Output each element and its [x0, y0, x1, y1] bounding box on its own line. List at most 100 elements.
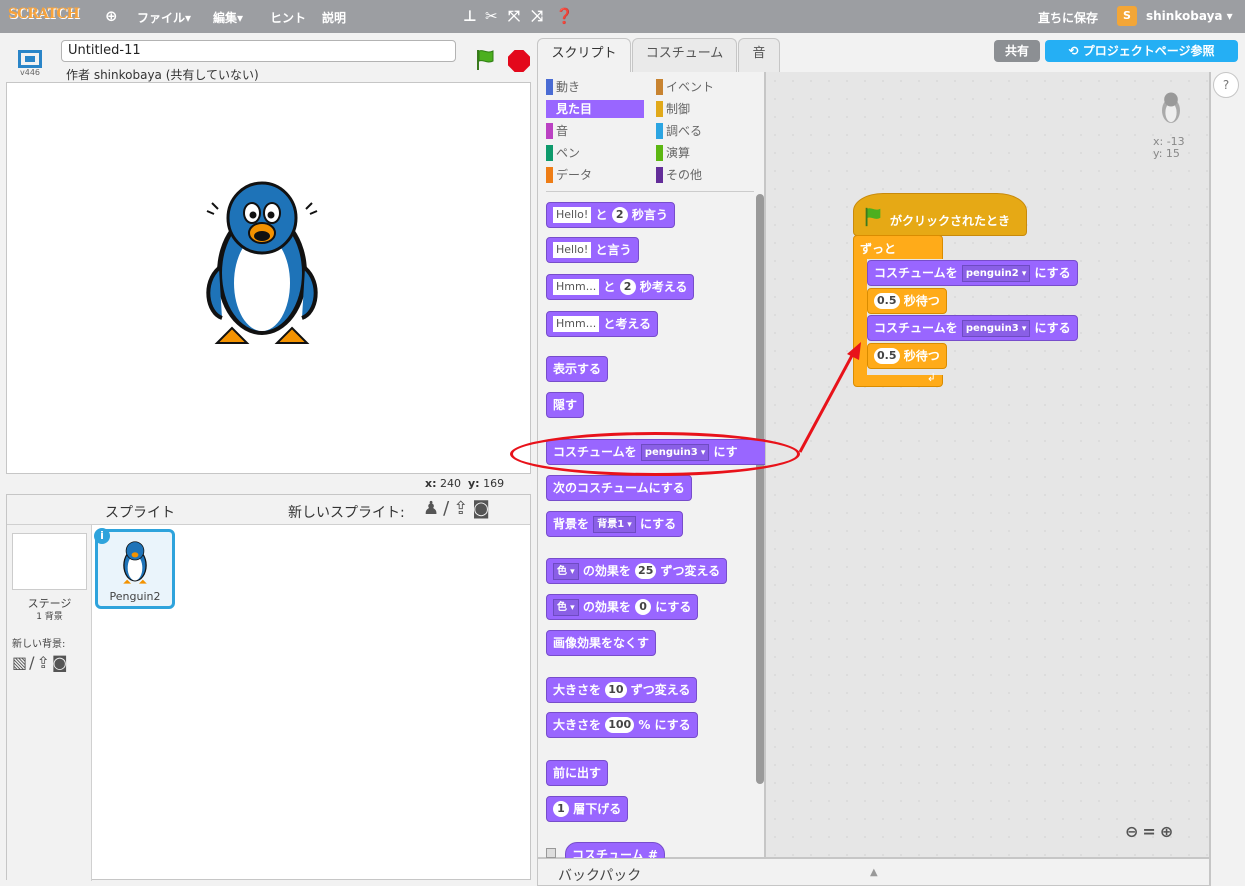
upload-sprite-icon[interactable]: ⇪ [453, 498, 472, 519]
block-think[interactable]: Hmm... と考える [546, 311, 659, 337]
tab-costumes[interactable]: コスチューム [632, 38, 737, 72]
share-button[interactable]: 共有 [994, 40, 1040, 62]
stage-selector[interactable]: ステージ 1 背景 新しい背景: ▧/⇪◙ [7, 525, 92, 881]
script-switch-costume-2[interactable]: コスチュームを penguin3 にする [867, 315, 1078, 341]
block-clear-effects[interactable]: 画像効果をなくす [546, 630, 657, 656]
right-edge-column [1210, 72, 1245, 886]
block-go-back-layers[interactable]: 1 層下げる [546, 796, 629, 822]
sprite-pane: スプライト 新しいスプライト: ♟/⇪◙ ステージ 1 背景 新しい背景: ▧/… [6, 494, 531, 881]
category-control[interactable]: 制御 [656, 100, 690, 118]
help-tool-icon[interactable]: ❓ [555, 7, 574, 25]
menu-tips[interactable]: ヒント [270, 9, 306, 26]
backpack-expand-icon[interactable]: ▲ [870, 867, 878, 878]
category-more-blocks[interactable]: その他 [656, 166, 702, 184]
user-menu[interactable]: shinkobaya ▾ [1146, 9, 1233, 23]
annotation-arrow [798, 342, 861, 453]
language-globe-icon[interactable]: ⊕ [105, 7, 118, 25]
new-sprite-label: 新しいスプライト: [288, 505, 405, 521]
choose-sprite-icon[interactable]: ♟ [423, 498, 443, 519]
backdrop-count: 1 背景 [36, 612, 63, 622]
shrink-tool-icon[interactable]: ⤨ [531, 7, 543, 25]
paint-backdrop-icon[interactable]: / [29, 653, 36, 672]
upload-backdrop-icon[interactable]: ⇪ [37, 653, 52, 672]
zoom-reset-icon[interactable]: = [1142, 822, 1159, 841]
zoom-in-icon[interactable]: ⊕ [1160, 822, 1177, 841]
category-events[interactable]: イベント [656, 78, 714, 96]
tab-sounds[interactable]: 音 [738, 38, 780, 72]
sprite-info-icon[interactable]: i [94, 528, 110, 544]
stage-thumbnail[interactable] [12, 533, 87, 590]
new-sprite-tools: ♟/⇪◙ [423, 498, 494, 519]
sprite-position: x: -13 y: 15 [1153, 135, 1185, 160]
new-backdrop-tools: ▧/⇪◙ [12, 653, 69, 672]
block-switch-backdrop[interactable]: 背景を 背景1 にする [546, 511, 684, 537]
grow-tool-icon[interactable]: ⤧ [508, 7, 520, 25]
author-label: 作者 shinkobaya (共有していない) [66, 68, 259, 82]
backpack-bar[interactable]: バックパック ▲ [537, 858, 1210, 886]
zoom-out-icon[interactable]: ⊖ [1125, 822, 1142, 841]
zoom-controls: ⊖=⊕ [1125, 822, 1177, 841]
sprite-thumbnail [123, 541, 147, 584]
block-show[interactable]: 表示する [546, 356, 609, 382]
script-switch-costume-1[interactable]: コスチュームを penguin2 にする [867, 260, 1078, 286]
version-label: v446 [20, 68, 41, 77]
palette-divider [546, 191, 754, 192]
block-next-costume[interactable]: 次のコスチュームにする [546, 475, 692, 501]
block-think-for-secs[interactable]: Hmm... と 2 秒考える [546, 274, 695, 300]
menu-about[interactable]: 説明 [322, 9, 346, 26]
sprite-tile-penguin2[interactable]: i Penguin2 [94, 528, 175, 609]
menu-edit[interactable]: 編集▾ [213, 9, 243, 26]
block-say-for-secs[interactable]: Hello! と 2 秒言う [546, 202, 675, 228]
category-operators[interactable]: 演算 [656, 144, 690, 162]
when-flag-clicked-block[interactable]: がクリックされたとき [853, 193, 1027, 236]
stage-canvas[interactable] [6, 82, 531, 474]
block-change-size[interactable]: 大きさを 10 ずつ変える [546, 677, 698, 703]
user-avatar-icon[interactable]: S [1117, 6, 1137, 26]
delete-tool-icon[interactable]: ✂ [485, 7, 498, 25]
loop-arrow-icon: ↲ [926, 371, 936, 384]
annotation-ellipse [510, 432, 800, 476]
block-set-effect[interactable]: 色 の効果を 0 にする [546, 594, 699, 620]
sprite-name: Penguin2 [109, 590, 161, 603]
new-backdrop-label: 新しい背景: [12, 639, 66, 650]
block-say[interactable]: Hello! と言う [546, 237, 639, 263]
category-data[interactable]: データ [546, 166, 592, 184]
duplicate-tool-icon[interactable]: ⊥ [463, 7, 477, 25]
tab-scripts[interactable]: スクリプト [537, 38, 631, 74]
current-sprite-icon [1162, 92, 1180, 123]
see-project-page-button[interactable]: ⟲ プロジェクトページ参照 [1045, 40, 1238, 62]
stage-header: v446 Untitled-11 作者 shinkobaya (共有していない) [6, 38, 531, 82]
category-pen[interactable]: ペン [546, 144, 580, 162]
menu-file[interactable]: ファイル▾ [137, 9, 191, 26]
costume-number-checkbox[interactable] [546, 848, 556, 858]
camera-backdrop-icon[interactable]: ◙ [52, 653, 70, 672]
palette-scrollbar[interactable] [756, 194, 764, 784]
category-looks[interactable]: 見た目 [546, 100, 644, 118]
category-sensing[interactable]: 調べる [656, 122, 702, 140]
paint-sprite-icon[interactable]: / [443, 498, 453, 519]
category-sound[interactable]: 音 [546, 122, 568, 140]
fullscreen-icon[interactable] [18, 50, 42, 68]
sprite-pane-header: スプライト 新しいスプライト: ♟/⇪◙ [7, 495, 530, 525]
help-icon[interactable]: ? [1213, 72, 1239, 98]
backpack-label: バックパック [558, 868, 642, 884]
stop-sign-icon[interactable] [508, 50, 530, 72]
camera-sprite-icon[interactable]: ◙ [472, 498, 493, 519]
green-flag-icon [865, 207, 881, 227]
category-motion[interactable]: 動き [546, 78, 580, 96]
project-title-input[interactable]: Untitled-11 [61, 40, 456, 62]
choose-backdrop-icon[interactable]: ▧ [12, 653, 29, 672]
green-flag-icon[interactable] [473, 48, 497, 72]
block-hide[interactable]: 隠す [546, 392, 585, 418]
script-area[interactable] [765, 72, 1210, 858]
scratch-logo[interactable]: SCRATCH [8, 6, 80, 22]
save-now-button[interactable]: 直ちに保存 [1038, 9, 1098, 26]
script-wait-2[interactable]: 0.5 秒待つ [867, 343, 947, 369]
block-change-effect[interactable]: 色 の効果を 25 ずつ変える [546, 558, 728, 584]
block-go-to-front[interactable]: 前に出す [546, 760, 609, 786]
mouse-coordinates: x: 240 y: 169 [425, 477, 505, 490]
sprites-title: スプライト [105, 505, 175, 521]
block-set-size[interactable]: 大きさを 100 % にする [546, 712, 698, 738]
penguin-sprite[interactable] [197, 173, 327, 348]
script-wait-1[interactable]: 0.5 秒待つ [867, 288, 947, 314]
